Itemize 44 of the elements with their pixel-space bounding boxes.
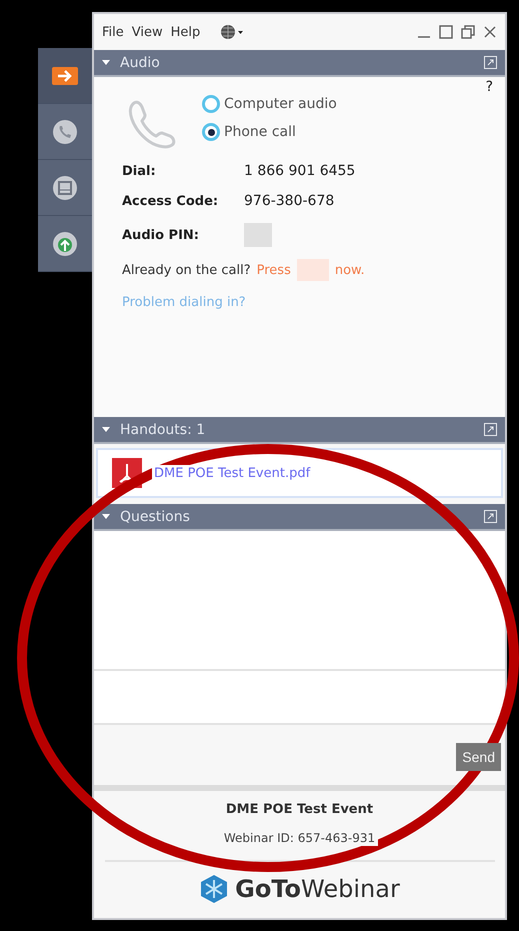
popout-icon[interactable]	[484, 423, 497, 436]
panel-title: Questions	[120, 508, 190, 524]
file-link[interactable]: DME POE Test Event.pdf	[152, 464, 312, 482]
now-text: now.	[334, 262, 365, 278]
panel-title: Handouts: 1	[120, 422, 206, 438]
field-value: 1 866 901 6455	[244, 163, 356, 179]
logo-icon	[199, 874, 230, 904]
radio-circle[interactable]	[202, 123, 220, 141]
panel-header[interactable]: Questions	[94, 504, 505, 531]
redacted-value	[296, 259, 329, 281]
radio-circle[interactable]	[202, 95, 220, 113]
panel-header[interactable]: Audio	[94, 50, 505, 77]
question-input[interactable]	[94, 671, 505, 725]
panel-title: Audio	[120, 54, 160, 70]
phone-icon	[52, 118, 78, 144]
restore-icon[interactable]	[461, 25, 475, 39]
send-button[interactable]: Send	[456, 743, 501, 771]
field-value: 976-380-678	[244, 193, 336, 209]
maximize-icon[interactable]	[439, 25, 453, 39]
popout-icon[interactable]	[484, 510, 497, 523]
collapse-icon[interactable]	[102, 60, 110, 66]
help-link[interactable]: ?	[486, 79, 493, 95]
radio-option[interactable]: Phone call	[202, 123, 337, 141]
press-text: Press	[256, 262, 291, 278]
close-icon[interactable]	[483, 25, 497, 39]
menu-item[interactable]: File	[102, 24, 124, 40]
radio-option[interactable]: Computer audio	[202, 95, 337, 113]
collapse-icon[interactable]	[102, 514, 110, 520]
dock-button[interactable]	[38, 48, 92, 104]
already-text: Already on the call?	[122, 262, 251, 278]
collapse-icon[interactable]	[102, 426, 110, 432]
field-label: Access Code:	[122, 194, 220, 208]
menu-item[interactable]: Help	[170, 24, 200, 40]
field-label: Audio PIN:	[122, 228, 200, 242]
brand-name: GoToWebinar	[235, 875, 400, 903]
popout-icon[interactable]	[484, 56, 497, 69]
upload-icon	[52, 230, 78, 256]
field-label: Dial:	[122, 164, 157, 178]
screen-icon	[52, 174, 78, 200]
globe-icon[interactable]	[220, 24, 244, 40]
menu-item[interactable]: View	[132, 24, 163, 40]
radio-label: Computer audio	[224, 96, 337, 112]
panel-header[interactable]: Handouts: 1	[94, 417, 505, 444]
radio-label: Phone call	[224, 124, 296, 140]
